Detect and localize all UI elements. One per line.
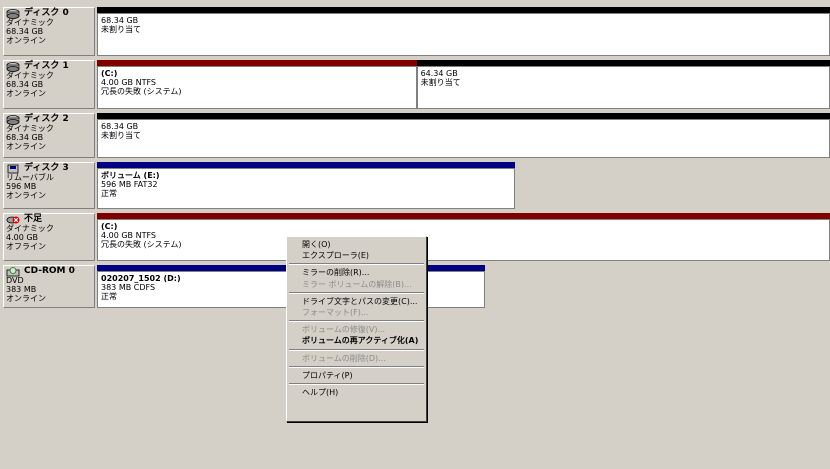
- menu-item: ミラー ボリュームの解除(B)...: [302, 279, 412, 289]
- disk-info-panel[interactable]: 不足 ダイナミック 4.00 GB オフライン: [3, 213, 95, 261]
- volume-label: (C:): [101, 222, 118, 231]
- missing-disk-icon: [6, 215, 20, 224]
- menu-item: ボリュームの修復(V)...: [302, 325, 386, 335]
- volume-size-fs: 4.00 GB NTFS: [101, 78, 156, 87]
- unallocated-block[interactable]: 64.34 GB 未割り当て: [416, 60, 830, 109]
- removable-disk-icon: [6, 164, 20, 174]
- menu-separator: [289, 320, 424, 323]
- volume-block[interactable]: (C:) 4.00 GB NTFS 冗長の失敗 (システム): [97, 213, 830, 261]
- menu-separator: [289, 382, 424, 385]
- disk-status: オンライン: [6, 294, 46, 303]
- disk-size: 68.34 GB: [6, 27, 44, 36]
- volume-size-fs: 4.00 GB NTFS: [101, 231, 156, 240]
- cdrom-icon: [6, 267, 20, 277]
- disk-row: ディスク 0 ダイナミック 68.34 GB オンライン 68.34 GB 未割り当て: [0, 5, 830, 58]
- disk-status: オンライン: [6, 142, 46, 151]
- menu-separator: [289, 348, 424, 351]
- menu-item: ボリュームの削除(D)...: [302, 353, 386, 363]
- disk-name: CD-ROM 0: [24, 266, 75, 276]
- volume-status: 未割り当て: [101, 131, 141, 140]
- disk-type: ダイナミック: [6, 18, 54, 27]
- volume-status: 正常: [101, 189, 117, 198]
- volume-body: (C:) 4.00 GB NTFS 冗長の失敗 (システム): [97, 219, 830, 261]
- volume-block[interactable]: ボリューム (E:) 596 MB FAT32 正常: [97, 162, 515, 209]
- volume-label: (C:): [101, 69, 118, 78]
- menu-separator: [289, 291, 424, 294]
- volume-size-fs: 64.34 GB: [420, 69, 458, 78]
- menu-item[interactable]: 開く(O): [288, 239, 425, 250]
- disk-name: ディスク 3: [24, 163, 69, 173]
- disk-type: リムーバブル: [6, 173, 54, 182]
- disk-size: 596 MB: [6, 182, 37, 191]
- disk-size: 68.34 GB: [6, 80, 44, 89]
- volume-size-fs: 68.34 GB: [101, 16, 139, 25]
- menu-item[interactable]: ボリュームの再アクティブ化(A): [288, 335, 425, 346]
- disk-info-panel[interactable]: CD-ROM 0 DVD 383 MB オンライン: [3, 265, 95, 308]
- disk-row: ディスク 2 ダイナミック 68.34 GB オンライン 68.34 GB 未割り当て: [0, 111, 830, 160]
- volume-size-fs: 596 MB FAT32: [101, 180, 158, 189]
- partition-area: 68.34 GB 未割り当て: [97, 113, 830, 158]
- context-menu: 開く(O) エクスプローラ(E) ミラーの削除(R)... ミラー ボリュームの解除(…: [286, 236, 427, 422]
- volume-label: ボリューム (E:): [101, 171, 160, 180]
- volume-body: ボリューム (E:) 596 MB FAT32 正常: [97, 168, 515, 209]
- partition-area: ボリューム (E:) 596 MB FAT32 正常: [97, 162, 830, 209]
- disk-row: ディスク 1 ダイナミック 68.34 GB オンライン (C:) 4.00 GB NTF…: [0, 58, 830, 111]
- menu-separator: [289, 263, 424, 266]
- disk-row: ディスク 3 リムーバブル 596 MB オンライン ボリューム (E:) 596 MB …: [0, 160, 830, 211]
- menu-item[interactable]: ヘルプ(H): [288, 387, 425, 398]
- disk-icon: [6, 9, 20, 19]
- disk-name: ディスク 0: [24, 8, 69, 18]
- volume-body: 64.34 GB 未割り当て: [416, 66, 830, 109]
- disk-size: 4.00 GB: [6, 233, 39, 242]
- disk-status: オフライン: [6, 242, 46, 251]
- menu-item[interactable]: エクスプローラ(E): [288, 250, 425, 261]
- partition-area: 020207_1502 (D:) 383 MB CDFS 正常: [97, 265, 830, 308]
- disk-size: 68.34 GB: [6, 133, 44, 142]
- disk-icon: [6, 115, 20, 125]
- disk-status: オンライン: [6, 89, 46, 98]
- disk-icon: [6, 62, 20, 72]
- menu-item[interactable]: ミラーの削除(R)...: [288, 267, 425, 278]
- disk-info-panel[interactable]: ディスク 2 ダイナミック 68.34 GB オンライン: [3, 113, 95, 158]
- disk-status: オンライン: [6, 191, 46, 200]
- disk-size: 383 MB: [6, 285, 37, 294]
- disk-type: DVD: [6, 276, 24, 285]
- unallocated-block[interactable]: 68.34 GB 未割り当て: [97, 7, 830, 56]
- disk-name: ディスク 2: [24, 114, 69, 124]
- menu-item[interactable]: プロパティ(P): [288, 370, 425, 381]
- volume-block[interactable]: (C:) 4.00 GB NTFS 冗長の失敗 (システム): [97, 60, 417, 109]
- disk-info-panel[interactable]: ディスク 0 ダイナミック 68.34 GB オンライン: [3, 7, 95, 56]
- volume-body: 68.34 GB 未割り当て: [97, 119, 830, 158]
- volume-body: (C:) 4.00 GB NTFS 冗長の失敗 (システム): [97, 66, 417, 109]
- disk-name: 不足: [24, 214, 43, 224]
- volume-body: 68.34 GB 未割り当て: [97, 13, 830, 56]
- volume-status: 未割り当て: [420, 78, 461, 87]
- disk-type: ダイナミック: [6, 124, 54, 133]
- volume-status: 冗長の失敗 (システム): [101, 87, 182, 96]
- disk-type: ダイナミック: [6, 224, 54, 233]
- volume-status: 未割り当て: [101, 25, 141, 34]
- partition-area: (C:) 4.00 GB NTFS 冗長の失敗 (システム): [97, 213, 830, 261]
- disk-name: ディスク 1: [24, 61, 69, 71]
- volume-status: 冗長の失敗 (システム): [101, 240, 182, 249]
- menu-item: フォーマット(F)...: [302, 307, 369, 317]
- disk-info-panel[interactable]: ディスク 1 ダイナミック 68.34 GB オンライン: [3, 60, 95, 109]
- menu-item[interactable]: ドライブ文字とパスの変更(C)...: [288, 296, 425, 307]
- disk-info-panel[interactable]: ディスク 3 リムーバブル 596 MB オンライン: [3, 162, 95, 209]
- menu-separator: [289, 365, 424, 368]
- partition-area: 68.34 GB 未割り当て: [97, 7, 830, 56]
- disk-status: オンライン: [6, 36, 46, 45]
- volume-size-fs: 68.34 GB: [101, 122, 139, 131]
- unallocated-block[interactable]: 68.34 GB 未割り当て: [97, 113, 830, 158]
- partition-area: (C:) 4.00 GB NTFS 冗長の失敗 (システム) 64.34 GB 未割り当…: [97, 60, 830, 109]
- disk-type: ダイナミック: [6, 71, 54, 80]
